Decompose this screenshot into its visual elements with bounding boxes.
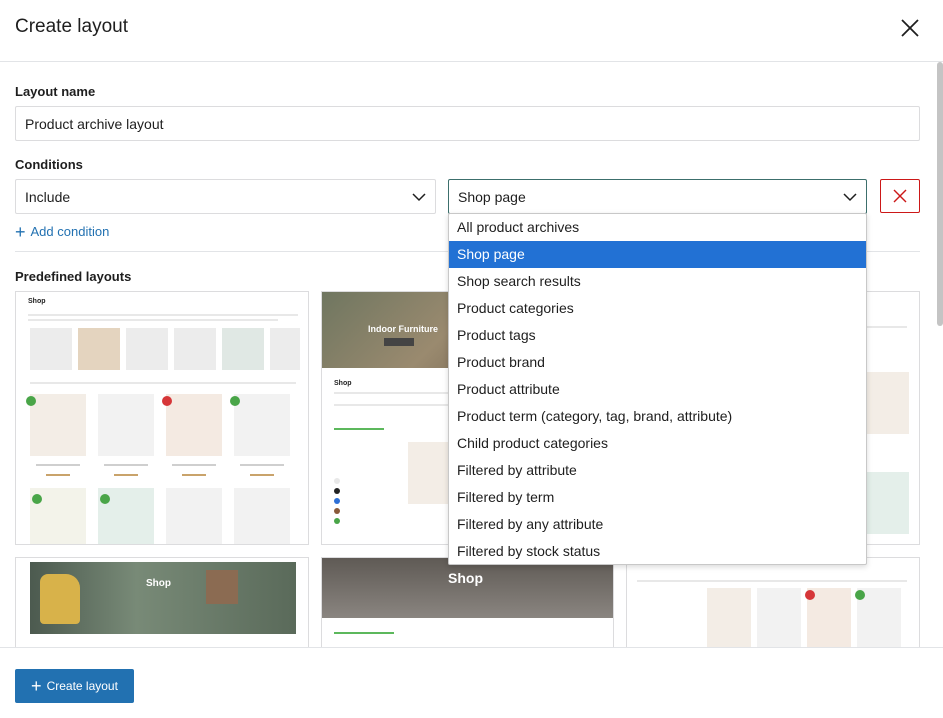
condition-target-select[interactable]: Shop page bbox=[448, 179, 867, 214]
thumb-product bbox=[98, 394, 154, 456]
thumb-hero-image bbox=[322, 558, 613, 618]
sale-badge bbox=[162, 396, 172, 406]
dropdown-option[interactable]: Product attribute bbox=[449, 376, 866, 403]
plus-icon: + bbox=[15, 221, 26, 242]
color-swatch bbox=[334, 498, 340, 504]
condition-target-value: Shop page bbox=[458, 188, 526, 205]
thumb-product bbox=[30, 394, 86, 456]
dropdown-option[interactable]: All product archives bbox=[449, 214, 866, 241]
thumb-product bbox=[234, 394, 290, 456]
thumb-category bbox=[270, 328, 300, 370]
dropdown-option[interactable]: Product tags bbox=[449, 322, 866, 349]
thumb-toolbar bbox=[30, 382, 296, 384]
dropdown-option[interactable]: Filtered by any attribute bbox=[449, 511, 866, 538]
thumb-price bbox=[250, 474, 274, 476]
close-icon bbox=[893, 189, 907, 203]
color-swatch bbox=[334, 508, 340, 514]
dropdown-option[interactable]: Product categories bbox=[449, 295, 866, 322]
dialog-title: Create layout bbox=[15, 16, 129, 37]
sale-badge bbox=[230, 396, 240, 406]
remove-condition-button[interactable] bbox=[880, 179, 920, 213]
layout-name-input[interactable]: Product archive layout bbox=[15, 106, 920, 141]
thumb-product bbox=[707, 588, 751, 648]
thumb-category bbox=[222, 328, 264, 370]
thumb-product bbox=[757, 588, 801, 648]
chevron-down-icon bbox=[843, 192, 857, 201]
sale-badge bbox=[100, 494, 110, 504]
thumb-filter-slider bbox=[334, 632, 394, 634]
layout-thumbnail-5[interactable]: Shop bbox=[321, 557, 614, 649]
thumb-hero-title: Indoor Furniture bbox=[368, 324, 438, 334]
color-swatch bbox=[334, 488, 340, 494]
dialog-footer: + Create layout bbox=[0, 647, 943, 718]
dropdown-option-selected[interactable]: Shop page bbox=[449, 241, 866, 268]
dropdown-option[interactable]: Filtered by attribute bbox=[449, 457, 866, 484]
thumb-price bbox=[182, 474, 206, 476]
thumb-text-line bbox=[36, 464, 80, 466]
thumb-text-line bbox=[637, 580, 907, 582]
conditions-label: Conditions bbox=[15, 157, 83, 172]
dropdown-option[interactable]: Child product categories bbox=[449, 430, 866, 457]
color-swatch bbox=[334, 478, 340, 484]
sale-badge bbox=[32, 494, 42, 504]
thumb-hero-button bbox=[384, 338, 414, 346]
thumb-text-line bbox=[104, 464, 148, 466]
thumb-product bbox=[166, 488, 222, 544]
condition-target-dropdown[interactable]: All product archives Shop page Shop sear… bbox=[448, 213, 867, 565]
thumb-text-line bbox=[28, 314, 298, 316]
thumb-category bbox=[78, 328, 120, 370]
predefined-layouts-label: Predefined layouts bbox=[15, 269, 132, 284]
dropdown-option[interactable]: Shop search results bbox=[449, 268, 866, 295]
dropdown-option[interactable]: Filtered by term bbox=[449, 484, 866, 511]
dropdown-option[interactable]: Product brand bbox=[449, 349, 866, 376]
thumb-product bbox=[234, 488, 290, 544]
thumb-title: Shop bbox=[334, 380, 352, 387]
sale-badge bbox=[26, 396, 36, 406]
layout-thumbnail-4[interactable]: Shop bbox=[15, 557, 309, 649]
condition-type-value: Include bbox=[25, 188, 71, 205]
layout-name-label: Layout name bbox=[15, 84, 96, 99]
sale-badge bbox=[855, 590, 865, 600]
thumb-price bbox=[114, 474, 138, 476]
thumb-text-line bbox=[28, 319, 278, 321]
add-condition-button[interactable]: + Add condition bbox=[15, 221, 110, 242]
layout-thumbnail-6[interactable] bbox=[626, 557, 920, 649]
color-swatch bbox=[334, 518, 340, 524]
thumb-text-line bbox=[172, 464, 216, 466]
condition-type-select[interactable]: Include bbox=[15, 179, 436, 214]
thumb-filter-slider bbox=[334, 428, 384, 430]
thumb-title: Shop bbox=[28, 298, 46, 305]
thumb-hero-title: Shop bbox=[448, 570, 483, 586]
close-button[interactable] bbox=[896, 14, 924, 42]
plus-icon: + bbox=[31, 676, 42, 696]
layout-thumbnail-1[interactable]: Shop bbox=[15, 291, 309, 545]
dropdown-option[interactable]: Filtered by stock status bbox=[449, 538, 866, 564]
thumb-category bbox=[126, 328, 168, 370]
thumb-chair-image bbox=[40, 574, 80, 624]
thumb-category bbox=[30, 328, 72, 370]
sale-badge bbox=[805, 590, 815, 600]
chevron-down-icon bbox=[412, 192, 426, 201]
dropdown-option[interactable]: Product term (category, tag, brand, attr… bbox=[449, 403, 866, 430]
create-layout-label: Create layout bbox=[46, 679, 118, 693]
thumb-category bbox=[174, 328, 216, 370]
thumb-text-line bbox=[240, 464, 284, 466]
create-layout-button[interactable]: + Create layout bbox=[15, 669, 134, 703]
thumb-price bbox=[46, 474, 70, 476]
thumb-product bbox=[166, 394, 222, 456]
add-condition-label: Add condition bbox=[30, 224, 110, 239]
dialog-header: Create layout bbox=[0, 0, 943, 62]
thumb-hero-title: Shop bbox=[146, 578, 171, 589]
scrollbar[interactable] bbox=[937, 62, 943, 326]
thumb-frame-image bbox=[206, 570, 238, 604]
close-icon bbox=[901, 19, 919, 37]
